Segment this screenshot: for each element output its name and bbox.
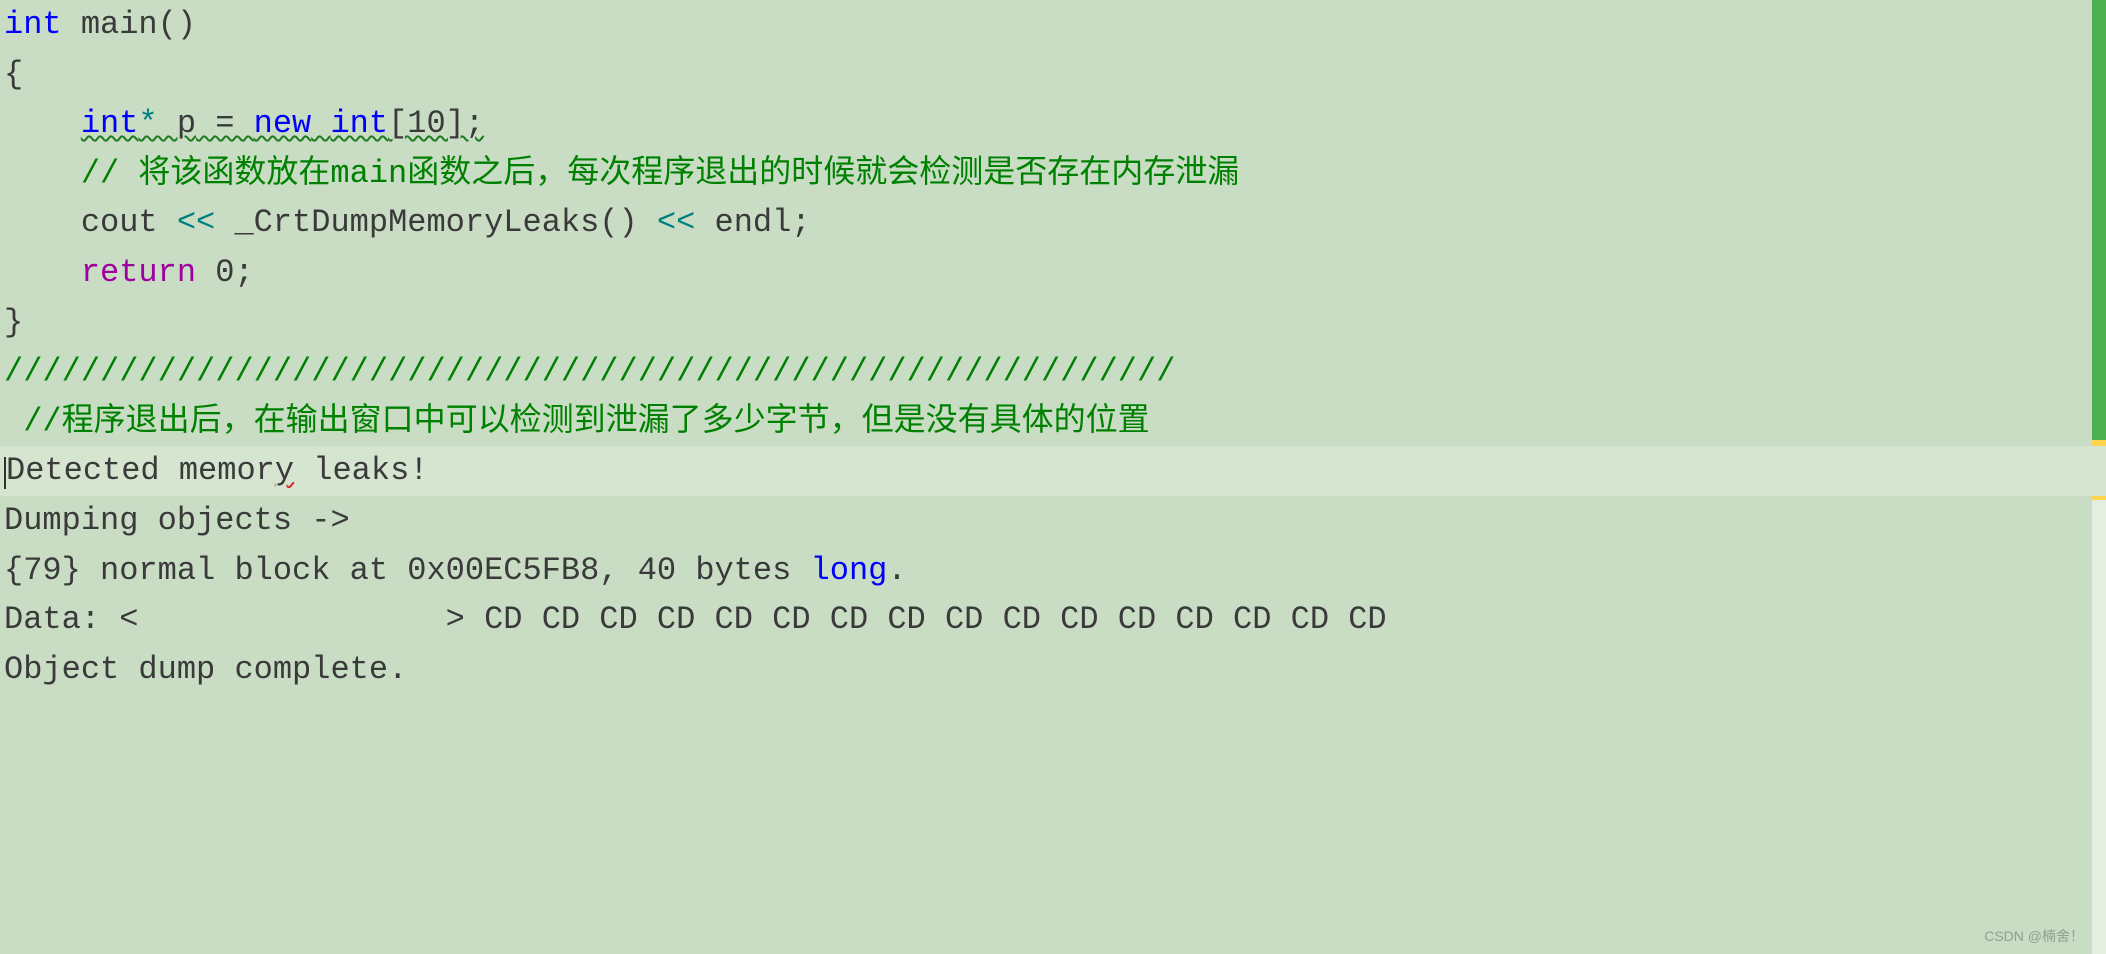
comment-text: //程序退出后，在输出窗口中可以检测到泄漏了多少字节，但是没有具体的位置 xyxy=(4,403,1150,440)
equals: = xyxy=(196,105,254,142)
identifier-endl: endl xyxy=(695,204,791,241)
code-editor[interactable]: int main() { int* p = new int[10]; // 将该… xyxy=(0,0,2106,954)
comment-divider: ////////////////////////////////////////… xyxy=(4,353,1175,390)
code-line-11: Dumping objects -> xyxy=(0,496,2106,546)
brace-open: { xyxy=(4,56,23,93)
code-line-4: // 将该函数放在main函数之后，每次程序退出的时候就会检测是否存在内存泄漏 xyxy=(0,149,2106,199)
code-line-3: int* p = new int[10]; xyxy=(0,99,2106,149)
code-line-6: return 0; xyxy=(0,248,2106,298)
identifier-cout: cout xyxy=(81,204,177,241)
keyword-new: new xyxy=(254,105,312,142)
output-text: leaks! xyxy=(294,452,428,489)
code-line-12: {79} normal block at 0x00EC5FB8, 40 byte… xyxy=(0,546,2106,596)
watermark: CSDN @楠舍！ xyxy=(1984,926,2084,948)
parentheses: () xyxy=(599,204,657,241)
keyword-int: int xyxy=(330,105,388,142)
stream-operator: << xyxy=(177,204,215,241)
star-operator: * xyxy=(138,105,176,142)
code-line-13: Data: < > CD CD CD CD CD CD CD CD CD CD … xyxy=(0,595,2106,645)
keyword-long: long xyxy=(811,552,888,589)
space xyxy=(311,105,330,142)
identifier-p: p xyxy=(177,105,196,142)
code-line-7: } xyxy=(0,298,2106,348)
code-line-5: cout << _CrtDumpMemoryLeaks() << endl; xyxy=(0,198,2106,248)
output-text: Object dump complete. xyxy=(4,651,407,688)
output-text: {79} normal block at 0x00EC5FB8, 40 byte… xyxy=(4,552,811,589)
parentheses: () xyxy=(158,6,196,43)
keyword-return: return xyxy=(81,254,196,291)
indent xyxy=(4,105,81,142)
semicolon: ; xyxy=(791,204,810,241)
output-text: Data: < > CD CD CD CD CD CD CD CD CD CD … xyxy=(4,601,1406,638)
output-text: Dumping objects -> xyxy=(4,502,350,539)
keyword-int: int xyxy=(81,105,139,142)
code-line-9: //程序退出后，在输出窗口中可以检测到泄漏了多少字节，但是没有具体的位置 xyxy=(0,397,2106,447)
stream-operator: << xyxy=(657,204,695,241)
indent xyxy=(4,155,81,192)
code-block: int main() { int* p = new int[10]; // 将该… xyxy=(0,0,2106,694)
function-call: _CrtDumpMemoryLeaks xyxy=(215,204,599,241)
bracket-literal: [10]; xyxy=(388,105,484,142)
indent xyxy=(4,254,81,291)
code-line-2: { xyxy=(0,50,2106,100)
indent xyxy=(4,204,81,241)
semicolon: ; xyxy=(234,254,253,291)
period: . xyxy=(887,552,906,589)
identifier-main: main xyxy=(62,6,158,43)
output-text: Detected memor xyxy=(6,452,275,489)
code-line-10-current: Detected memory leaks! xyxy=(0,446,2106,496)
code-line-14: Object dump complete. xyxy=(0,645,2106,695)
number-zero: 0 xyxy=(196,254,234,291)
comment-text: // 将该函数放在main函数之后，每次程序退出的时候就会检测是否存在内存泄漏 xyxy=(81,155,1239,192)
brace-close: } xyxy=(4,304,23,341)
output-text-error: y xyxy=(275,452,294,489)
code-line-1: int main() xyxy=(0,0,2106,50)
code-line-8: ////////////////////////////////////////… xyxy=(0,347,2106,397)
keyword-int: int xyxy=(4,6,62,43)
